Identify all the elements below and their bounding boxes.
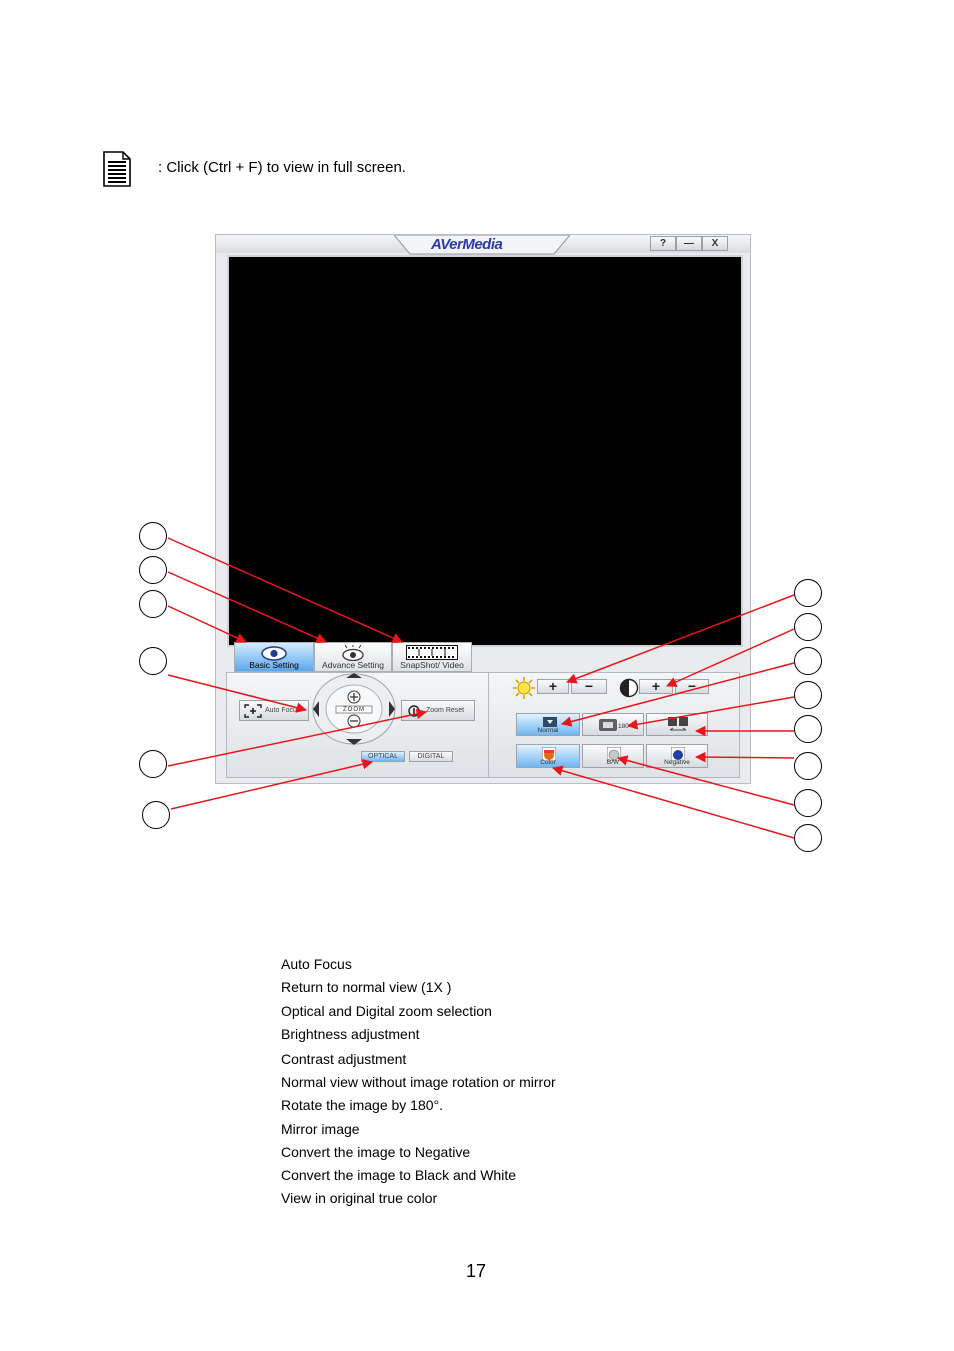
rotate-180-button[interactable]: 180° [582,713,644,736]
tab-label: SnapShot/ Video [400,660,464,670]
document-note-icon [103,151,131,187]
callout-circle [794,715,822,743]
legend-item: Rotate the image by 180°. [281,1097,444,1113]
help-button[interactable]: ? [650,236,676,251]
callout-circle [139,590,167,618]
close-button[interactable]: X [702,236,728,251]
callout-circle [794,579,822,607]
callout-circle [139,556,167,584]
callout-circle [794,647,822,675]
tab-label: Advance Setting [322,660,384,670]
avermedia-window: AVerMedia ? — X Basic Setting Advance Se… [215,234,751,784]
page-number: 17 [466,1261,487,1281]
rotate-icon [599,719,617,731]
legend-item: Return to normal view (1X ) [281,979,452,995]
image-setting-panel: + − + − Normal 180° Color B/W Negative [488,672,740,778]
zoom-reset-button[interactable]: Zoom Reset [401,700,475,721]
color-label: Color [540,759,556,766]
zoom-reset-label: Zoom Reset [426,707,465,714]
mirror-icon [668,717,688,731]
legend-item: Auto Focus [281,956,352,972]
auto-focus-label: Auto Focus [265,707,301,714]
legend-item: Optical and Digital zoom selection [281,1003,492,1019]
tab-snapshot-video[interactable]: SnapShot/ Video [392,642,472,672]
contrast-icon [619,678,639,698]
normal-icon [543,717,557,727]
tab-label: Basic Setting [249,660,299,670]
black-white-button[interactable]: B/W [582,744,644,768]
negative-label: Negative [664,759,690,766]
digital-zoom-button[interactable]: DIGITAL [409,751,453,762]
focus-icon [244,704,262,718]
tab-advance-setting[interactable]: Advance Setting [314,642,392,672]
auto-focus-button[interactable]: Auto Focus [239,700,309,721]
zoom-label: ZOOM [343,707,365,713]
color-button[interactable]: Color [516,744,580,768]
video-preview [227,255,743,647]
avermedia-logo: AVerMedia [431,236,503,253]
legend-item: View in original true color [281,1190,438,1206]
fullscreen-note: : Click (Ctrl + F) to view in full scree… [158,159,406,176]
legend-item: Normal view without image rotation or mi… [281,1074,556,1090]
legend-item: Convert the image to Negative [281,1144,471,1160]
optical-zoom-button[interactable]: OPTICAL [361,751,405,762]
bw-label: B/W [606,759,620,766]
mirror-button[interactable] [646,713,708,736]
contrast-plus-button[interactable]: + [639,679,673,694]
legend-item: Convert the image to Black and White [281,1167,517,1183]
callout-circle [142,801,170,829]
eye-icon [261,646,287,661]
callout-circle [139,750,167,778]
tab-basic-setting[interactable]: Basic Setting [234,642,314,672]
callout-circle [139,647,167,675]
sun-icon [513,677,535,699]
brightness-minus-button[interactable]: − [571,679,607,694]
contrast-minus-button[interactable]: − [675,679,709,694]
tab-bar: Basic Setting Advance Setting SnapShot/ … [216,642,750,672]
legend-item: Mirror image [281,1121,360,1137]
legend-item: Brightness adjustment [281,1026,420,1042]
normal-label: Normal [537,727,559,734]
callout-circle [794,613,822,641]
callout-circle [139,522,167,550]
callout-circle [794,789,822,817]
eye-gear-icon [342,645,364,661]
reset-icon [408,705,420,717]
film-strip-icon [406,645,458,660]
callout-circle [794,752,822,780]
negative-button[interactable]: Negative [646,744,708,768]
normal-view-button[interactable]: Normal [516,713,580,736]
rotate-label: 180° [618,723,632,730]
callout-circle [794,681,822,709]
minimize-button[interactable]: — [676,236,702,251]
legend-item: Contrast adjustment [281,1051,407,1067]
callout-circle [794,824,822,852]
brightness-plus-button[interactable]: + [537,679,569,694]
